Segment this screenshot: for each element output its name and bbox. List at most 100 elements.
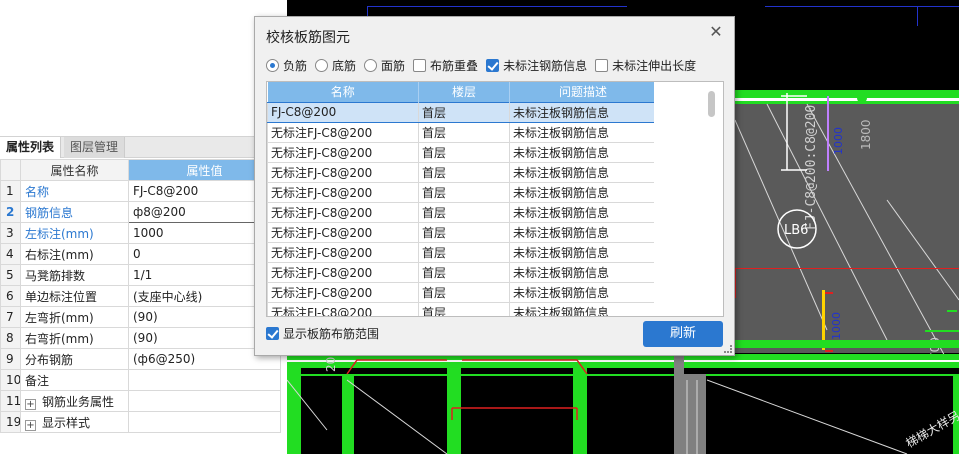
tab-layer-manager[interactable]: 图层管理 (64, 137, 126, 158)
table-row[interactable]: 无标注FJ-C8@200 首层 未标注板钢筋信息 (267, 241, 657, 263)
cad-line-red (735, 268, 736, 298)
row-number: 9 (0, 348, 21, 370)
property-value[interactable] (128, 369, 281, 391)
header-num (0, 159, 21, 181)
property-row-rebar-info[interactable]: 2 钢筋信息 ф8@200 (0, 201, 281, 223)
table-row[interactable]: 无标注FJ-C8@200 首层 未标注板钢筋信息 (267, 301, 657, 316)
radio-bottom-rebar[interactable]: 底筋 (315, 57, 356, 74)
property-row-distribution[interactable]: 9 分布钢筋 (ф6@250) (0, 348, 281, 370)
cad-hatch-lines (287, 379, 448, 454)
property-row-left-bend[interactable]: 7 左弯折(mm) (90) (0, 306, 281, 328)
cad-beam-green (735, 340, 959, 348)
checkbox-icon[interactable] (595, 58, 609, 72)
radio-icon[interactable] (315, 58, 329, 72)
cad-corner-label: 梯梯大样另 (903, 408, 959, 451)
column-header-floor[interactable]: 楼层 (418, 82, 510, 102)
table-row[interactable]: 无标注FJ-C8@200 首层 未标注板钢筋信息 (267, 201, 657, 223)
dialog-title: 校核板筋图元 (266, 30, 350, 46)
check-rebar-dialog: 校核板筋图元 ✕ 负筋 底筋 面筋 布筋重叠 未标注钢筋信息 未标注伸出长度 名… (254, 16, 735, 356)
property-row-right-mark[interactable]: 4 右标注(mm) 0 (0, 243, 281, 265)
row-number: 4 (0, 243, 21, 265)
radio-label: 底筋 (332, 58, 357, 73)
cell-name: FJ-C8@200 (267, 101, 419, 123)
property-row-display-style[interactable]: 19 + 显示样式 (0, 411, 281, 433)
cad-dim-1000b: 1000 (830, 312, 843, 340)
property-row-remark[interactable]: 10 备注 (0, 369, 281, 391)
cell-floor: 首层 (418, 241, 510, 263)
cell-desc: 未标注板钢筋信息 (509, 301, 657, 316)
expand-icon[interactable]: + (25, 398, 36, 410)
table-row[interactable]: 无标注FJ-C8@200 首层 未标注板钢筋信息 (267, 261, 657, 283)
row-number: 5 (0, 264, 21, 286)
property-row-mark-position[interactable]: 6 单边标注位置 (支座中心线) (0, 285, 281, 307)
checkbox-label: 未标注伸出长度 (612, 58, 697, 73)
table-row[interactable]: 无标注FJ-C8@200 首层 未标注板钢筋信息 (267, 221, 657, 243)
property-group[interactable]: + 钢筋业务属性 (20, 390, 129, 412)
checkbox-icon[interactable] (413, 58, 427, 72)
cad-column-green (342, 376, 354, 454)
result-grid: 名称 楼层 问题描述 FJ-C8@200 首层 未标注板钢筋信息 无标注FJ-C… (266, 81, 724, 317)
property-group[interactable]: + 显示样式 (20, 411, 129, 433)
check-rebar-overlap[interactable]: 布筋重叠 (413, 57, 478, 74)
cad-line-blue (765, 6, 959, 7)
cad-line-blue (917, 6, 918, 26)
radio-icon[interactable] (364, 58, 378, 72)
table-row[interactable]: FJ-C8@200 首层 未标注板钢筋信息 (267, 101, 657, 123)
radio-label: 负筋 (283, 58, 308, 73)
close-icon[interactable]: ✕ (708, 24, 724, 40)
table-row[interactable]: 无标注FJ-C8@200 首层 未标注板钢筋信息 (267, 161, 657, 183)
cad-rebar-green (925, 330, 959, 332)
property-row-chair-rows[interactable]: 5 马凳筋排数 1/1 (0, 264, 281, 286)
property-name: 马凳筋排数 (20, 264, 129, 286)
check-unmarked-info[interactable]: 未标注钢筋信息 (486, 57, 587, 74)
table-row[interactable]: 无标注FJ-C8@200 首层 未标注板钢筋信息 (267, 121, 657, 143)
resize-grip-icon[interactable] (724, 345, 732, 353)
header-property-name: 属性名称 (20, 159, 129, 181)
property-row-name[interactable]: 1 名称 FJ-C8@200 (0, 180, 281, 202)
cell-desc: 未标注板钢筋信息 (509, 281, 657, 303)
property-row-left-mark[interactable]: 3 左标注(mm) 1000 (0, 222, 281, 244)
property-row-business[interactable]: 11 + 钢筋业务属性 (0, 390, 281, 412)
cell-floor: 首层 (418, 281, 510, 303)
checkbox-label: 显示板筋布筋范围 (283, 327, 380, 341)
result-table-header: 名称 楼层 问题描述 (267, 82, 657, 102)
property-name: 右弯折(mm) (20, 327, 129, 349)
cad-rebar-green (947, 310, 957, 312)
expand-icon[interactable]: + (25, 419, 36, 431)
cad-label-rebar: FJ-C8@200:C8@200 (804, 105, 819, 230)
cell-desc: 未标注板钢筋信息 (509, 141, 657, 163)
column-header-desc[interactable]: 问题描述 (509, 82, 657, 102)
scrollbar-thumb[interactable] (708, 91, 715, 117)
tab-property-list[interactable]: 属性列表 (0, 137, 62, 158)
cell-desc: 未标注板钢筋信息 (509, 221, 657, 243)
property-row-right-bend[interactable]: 8 右弯折(mm) (90) (0, 327, 281, 349)
radio-selected-icon[interactable] (266, 58, 279, 72)
cell-name: 无标注FJ-C8@200 (267, 261, 419, 283)
radio-top-rebar[interactable]: 面筋 (364, 57, 405, 74)
property-name: 钢筋信息 (20, 201, 129, 223)
checkbox-label: 布筋重叠 (430, 58, 479, 73)
cad-rebar-purple (827, 96, 829, 171)
row-number: 10 (0, 369, 21, 391)
cad-column-green (447, 368, 461, 454)
cad-dim-1000: 1000 (832, 127, 845, 155)
cell-floor: 首层 (418, 101, 510, 123)
column-header-name[interactable]: 名称 (267, 82, 419, 102)
checkbox-checked-icon[interactable] (486, 58, 500, 72)
cad-node-green (857, 93, 867, 103)
table-row[interactable]: 无标注FJ-C8@200 首层 未标注板钢筋信息 (267, 141, 657, 163)
cad-column-grey (674, 356, 684, 454)
checkbox-checked-icon[interactable] (266, 327, 279, 340)
table-row[interactable]: 无标注FJ-C8@200 首层 未标注板钢筋信息 (267, 281, 657, 303)
cell-desc: 未标注板钢筋信息 (509, 261, 657, 283)
refresh-button[interactable]: 刷新 (643, 321, 723, 347)
check-show-range[interactable]: 显示板筋布筋范围 (266, 325, 379, 342)
row-number: 3 (0, 222, 21, 244)
cell-name: 无标注FJ-C8@200 (267, 281, 419, 303)
cad-dim-1800: 1800 (859, 119, 873, 150)
table-row[interactable]: 无标注FJ-C8@200 首层 未标注板钢筋信息 (267, 181, 657, 203)
radio-negative-rebar[interactable]: 负筋 (266, 57, 307, 74)
check-unmarked-length[interactable]: 未标注伸出长度 (595, 57, 696, 74)
row-number: 1 (0, 180, 21, 202)
cell-desc: 未标注板钢筋信息 (509, 101, 657, 123)
